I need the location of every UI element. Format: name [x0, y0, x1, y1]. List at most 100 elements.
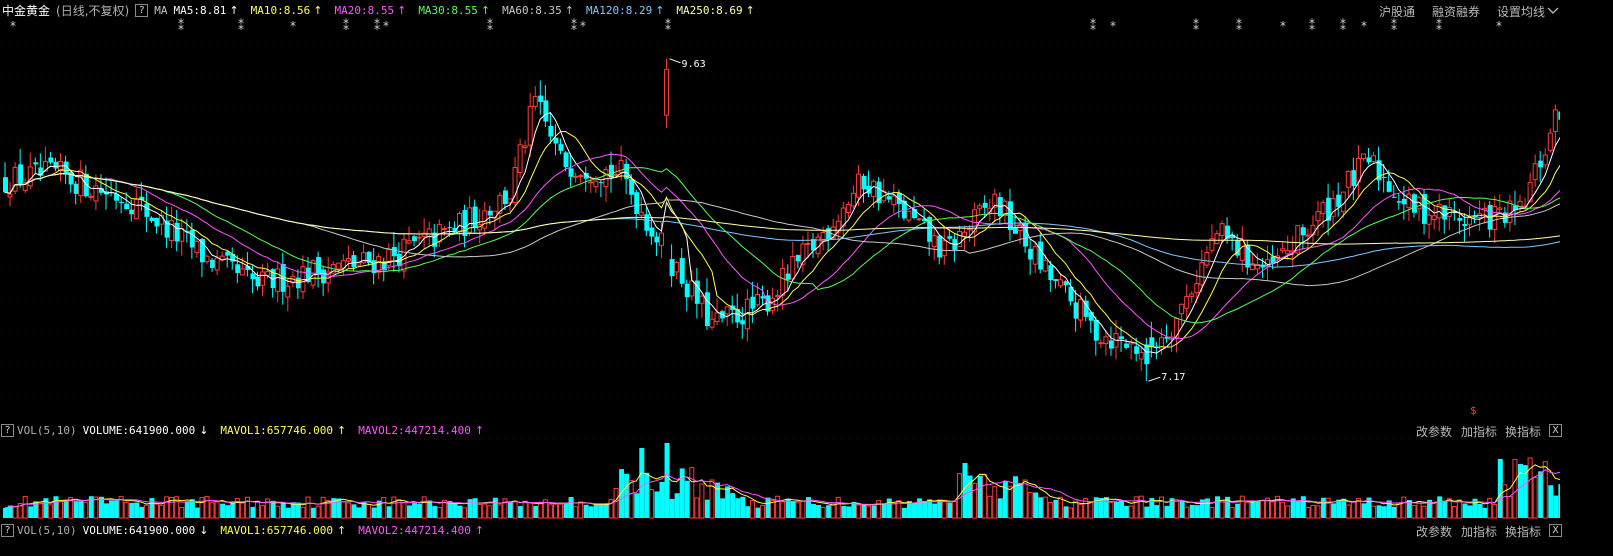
candle-body — [1532, 163, 1538, 181]
candle-body — [1093, 319, 1099, 341]
ma20-line — [4, 153, 1560, 340]
volume-bar — [1507, 496, 1513, 519]
candle-body — [1351, 170, 1357, 186]
volume-bar — [811, 504, 816, 518]
volume-bar — [1345, 504, 1351, 519]
volume-bar — [189, 499, 195, 518]
volume-bar — [421, 496, 427, 519]
candle-body — [740, 320, 746, 325]
volume-bar — [1416, 501, 1422, 519]
event-marker: ⁑ — [1340, 18, 1346, 33]
candle-body — [416, 236, 422, 239]
ma-legend-item: MA20:8.55 ↑ — [334, 3, 407, 17]
add-indicator-button-2[interactable]: 加指标 — [1461, 523, 1497, 540]
close-panel-button[interactable]: X — [1549, 424, 1562, 437]
volume-bar — [1124, 505, 1130, 518]
volume-bar — [492, 497, 498, 518]
candle-body — [441, 228, 447, 231]
volume-bar — [1553, 495, 1559, 518]
volume-bar — [452, 502, 458, 518]
volume-bar — [1331, 503, 1337, 518]
volume-bar — [1421, 505, 1427, 519]
candle-body — [603, 169, 609, 188]
help-button[interactable]: ? — [135, 3, 149, 17]
candle-body — [1239, 239, 1245, 261]
volume-header: ? VOL(5,10) VOLUME:641900.000 ↓ MAVOL1:65… — [0, 421, 1613, 439]
volume-bar — [830, 503, 836, 519]
candle-body — [285, 285, 291, 298]
mavol1-value: MAVOL1:657746.000 ↑ — [220, 423, 347, 437]
volume-bar — [311, 507, 317, 518]
volume-bar — [285, 507, 291, 518]
candle-body — [154, 217, 160, 227]
candle-body — [1149, 337, 1155, 348]
volume-bar — [184, 501, 190, 518]
volume-bar — [1321, 497, 1327, 518]
event-marker: ⁑ — [238, 18, 244, 33]
candle-body — [517, 144, 523, 173]
candle-body — [891, 195, 897, 206]
volume-bar — [315, 505, 321, 519]
volume-value-2: VOLUME:641900.000 ↓ — [82, 523, 209, 537]
chevron-down-icon[interactable] — [1546, 6, 1560, 16]
candle-body — [1179, 303, 1185, 315]
candle-body — [674, 261, 680, 273]
candle-body — [426, 228, 432, 238]
candle-body — [7, 193, 13, 198]
volume-bar — [1174, 499, 1180, 519]
volume-bar — [547, 504, 553, 519]
volume-bar — [457, 505, 463, 518]
volume-bar — [1285, 505, 1291, 519]
edit-params-button-2[interactable]: 改参数 — [1416, 523, 1452, 540]
candle-body — [805, 242, 811, 245]
volume-bar — [619, 469, 625, 518]
candle-body — [48, 157, 54, 163]
candle-body — [124, 203, 130, 210]
volume-bar — [1027, 491, 1033, 519]
volume-bar — [977, 475, 983, 518]
vol-help-button[interactable]: ? — [1, 423, 14, 437]
candle-body — [931, 235, 937, 248]
price-header: 中金黄金 (日线,不复权) ? MA MA5:8.81 ↑ MA10:8.56 ↑ MA… — [0, 1, 1613, 19]
volume-bar — [487, 505, 493, 519]
volume-bar — [104, 503, 109, 518]
candle-body — [1326, 197, 1332, 221]
candle-body — [149, 217, 155, 221]
volume-bar — [401, 502, 407, 519]
volume-bar — [1088, 501, 1094, 519]
candle-body — [830, 226, 836, 239]
volume-bar — [508, 502, 513, 518]
candle-body — [1013, 227, 1018, 234]
candle-body — [780, 267, 786, 296]
candle-body — [1048, 265, 1054, 281]
switch-indicator-button-2[interactable]: 换指标 — [1505, 523, 1541, 540]
volume-bar — [1361, 503, 1367, 518]
candle-body — [588, 181, 594, 184]
candle-body — [982, 202, 988, 208]
volume-bar — [563, 502, 569, 518]
event-marker: ⁑ — [178, 18, 184, 33]
candle-body — [1552, 109, 1558, 132]
candle-body — [1457, 218, 1463, 221]
volume-chart[interactable] — [0, 438, 1560, 520]
volume-bar — [573, 506, 579, 519]
candle-body — [1038, 241, 1044, 270]
candle-body — [1401, 198, 1407, 205]
close-panel-button-2[interactable]: X — [1549, 524, 1562, 537]
event-marker: * — [580, 19, 586, 33]
volume-bar — [53, 496, 59, 518]
volume-bar — [280, 503, 286, 518]
volume-bar — [1250, 500, 1256, 518]
volume-bar — [684, 480, 690, 518]
candle-body — [578, 175, 584, 178]
event-marker: ⁑ — [571, 18, 577, 33]
candlestick-chart[interactable]: * ⁑ ⁑ * ⁑ ⁑ * ⁑ ⁑ * ⁑ ⁑ * ⁑ ⁑ * ⁑ ⁑ * ⁑ ⁑ *9.637.17$ — [0, 18, 1560, 418]
candle-body — [916, 218, 922, 221]
vol-help-button-2[interactable]: ? — [1, 523, 14, 537]
candle-body — [1411, 194, 1417, 213]
candle-body — [1204, 252, 1210, 266]
volume-bar — [366, 503, 372, 519]
volume-bar — [1280, 501, 1286, 519]
candle-body — [194, 240, 200, 254]
candle-body — [850, 192, 856, 207]
